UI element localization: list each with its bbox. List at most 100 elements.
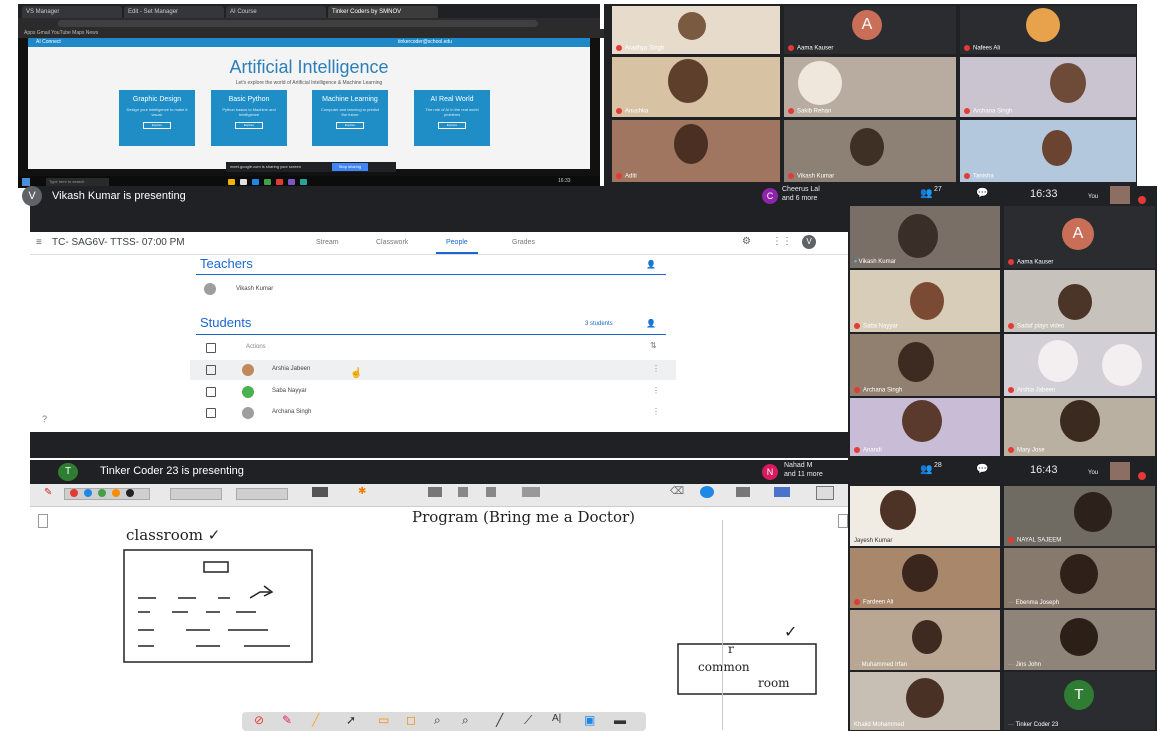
taskbar-search-input[interactable]: Type here to search <box>46 178 109 186</box>
browser-icon[interactable] <box>240 179 247 185</box>
bookmarks-bar[interactable]: Apps Gmail YouTube Maps News <box>18 29 606 38</box>
document-icon[interactable] <box>736 487 750 497</box>
tab-people[interactable]: People <box>446 239 468 246</box>
meet-icon[interactable] <box>264 179 271 185</box>
line-icon[interactable]: ╱ <box>496 713 503 727</box>
tab-classwork[interactable]: Classwork <box>376 239 408 246</box>
chat-icon[interactable]: 💬 <box>976 188 988 199</box>
student-checkbox[interactable] <box>206 408 216 418</box>
browser-tab[interactable]: VS Manager <box>22 6 122 18</box>
background-icon[interactable] <box>312 487 328 497</box>
people-icon[interactable]: 👥 <box>920 464 932 475</box>
course-card-button[interactable]: Explore <box>336 122 364 129</box>
participant-tile[interactable]: ··· Ebenma Joseph <box>1004 548 1155 608</box>
windows-start-icon[interactable] <box>22 178 30 186</box>
browser-tab-active[interactable]: Tinker Coders by SMNOV <box>328 6 438 18</box>
menu-icon[interactable]: ▬ <box>614 713 626 727</box>
course-card-button[interactable]: Explore <box>438 122 466 129</box>
help-icon[interactable]: ? <box>42 414 47 424</box>
browser-tab[interactable]: AI Course <box>226 6 326 18</box>
page-scroll-left[interactable] <box>38 514 48 528</box>
address-bar[interactable] <box>58 20 538 27</box>
participant-tile[interactable]: Tanisha <box>960 120 1136 182</box>
participant-tile[interactable]: A Aama Kauser <box>784 6 956 54</box>
layers-icon[interactable] <box>522 487 540 497</box>
student-row[interactable]: Archana Singh ⋮ <box>190 403 676 423</box>
participant-tile[interactable]: Aradhya Singh <box>612 6 780 54</box>
self-video[interactable] <box>1110 186 1130 204</box>
course-card[interactable]: Graphic Design Design your intelligence … <box>119 90 195 146</box>
invite-teacher-icon[interactable]: 👤 <box>646 260 656 269</box>
shape-icon[interactable]: ✱ <box>358 486 366 497</box>
edge-icon[interactable] <box>252 179 259 185</box>
participant-tile[interactable]: Nafees Ali <box>960 6 1136 54</box>
image-icon[interactable]: ▣ <box>584 713 595 727</box>
people-icon[interactable]: 👥 <box>920 188 932 199</box>
apps-grid-icon[interactable]: ⋮⋮ <box>772 236 792 247</box>
shape-icon[interactable]: ▭ <box>378 713 389 727</box>
participant-tile[interactable]: A Aama Kauser <box>1004 206 1155 268</box>
text-icon[interactable]: A| <box>552 713 561 724</box>
participant-tile[interactable]: Jayesh Kumar <box>850 486 1000 546</box>
invite-student-icon[interactable]: 👤 <box>646 319 656 328</box>
course-card[interactable]: AI Real World The role of AI in the real… <box>414 90 490 146</box>
tab-stream[interactable]: Stream <box>316 239 339 246</box>
color-swatch[interactable] <box>84 489 92 497</box>
self-video[interactable] <box>1110 462 1130 480</box>
line-width-control[interactable] <box>170 488 222 500</box>
participant-tile[interactable]: Archana Singh <box>960 57 1136 117</box>
pen-icon[interactable]: ✎ <box>44 487 52 498</box>
chat-icon[interactable]: 💬 <box>976 464 988 475</box>
participant-tile[interactable]: Anandi <box>850 398 1000 456</box>
tab-grades[interactable]: Grades <box>512 239 535 246</box>
cursor-icon[interactable]: ➚ <box>346 713 356 727</box>
folder-icon[interactable] <box>228 179 235 185</box>
student-checkbox[interactable] <box>206 365 216 375</box>
paste-icon[interactable] <box>486 487 496 497</box>
app-icon[interactable] <box>276 179 283 185</box>
eraser-icon[interactable]: ⌫ <box>670 486 684 497</box>
participant-tile[interactable]: NAYAL SAJEEM <box>1004 486 1155 546</box>
course-card-button[interactable]: Explore <box>235 122 263 129</box>
participant-tile[interactable]: Archana Singh <box>850 334 1000 396</box>
participant-tile[interactable]: Sadaf plays video <box>1004 270 1155 332</box>
student-row[interactable]: Saba Nayyar ⋮ <box>190 382 676 402</box>
color-swatch[interactable] <box>98 489 106 497</box>
hamburger-menu-icon[interactable]: ≡ <box>36 237 42 248</box>
actions-dropdown[interactable]: Actions <box>246 344 266 350</box>
copy-icon[interactable] <box>458 487 468 497</box>
participant-tile[interactable]: Khalid Mohammed <box>850 672 1000 730</box>
participant-tile[interactable]: Arshia Jabeen <box>1004 334 1155 396</box>
app-icon[interactable] <box>300 179 307 185</box>
stop-sharing-button[interactable]: Stop sharing <box>332 163 368 171</box>
course-card[interactable]: Machine Learning Computer and learning t… <box>312 90 388 146</box>
more-options-icon[interactable]: ⋮ <box>652 364 660 373</box>
participant-tile[interactable]: Fardeen Ali <box>850 548 1000 608</box>
account-avatar[interactable]: V <box>802 235 816 249</box>
more-options-icon[interactable]: ⋮ <box>652 407 660 416</box>
screen-icon[interactable] <box>774 487 790 497</box>
course-card[interactable]: Basic Python Python basics to Machine an… <box>211 90 287 146</box>
site-user[interactable]: tinkercoder@school.edu <box>398 38 452 47</box>
participant-tile[interactable]: Saba Nayyar <box>850 270 1000 332</box>
participant-tile[interactable]: ··· Jins John <box>1004 610 1155 670</box>
participant-tile[interactable]: Vikash Kumar <box>784 120 956 182</box>
no-pen-icon[interactable]: ⊘ <box>254 713 264 727</box>
arrow-icon[interactable]: ⟋ <box>524 713 532 728</box>
participant-tile[interactable]: T ··· Tinker Coder 23 <box>1004 672 1155 730</box>
participant-tile[interactable]: Mary Jose <box>1004 398 1155 456</box>
browser-tab[interactable]: Edit - Set Manager <box>124 6 224 18</box>
globe-icon[interactable] <box>700 486 714 498</box>
participants-chip[interactable]: N Nahad M and 11 more <box>760 460 848 484</box>
shape-icon[interactable]: ◻ <box>406 713 416 727</box>
color-swatch[interactable] <box>112 489 120 497</box>
participant-tile[interactable]: Anushka <box>612 57 780 117</box>
zoom-out-icon[interactable]: ⌕ <box>462 713 469 728</box>
app-icon[interactable] <box>288 179 295 185</box>
color-swatch[interactable] <box>126 489 134 497</box>
participants-chip[interactable]: C Cheerus Lal and 6 more <box>760 186 848 206</box>
site-nav-brand[interactable]: AI Connect <box>36 38 61 47</box>
student-row[interactable]: Arshia Jabeen ⋮ <box>190 360 676 380</box>
participant-tile[interactable]: ··· Muhammed Irfan <box>850 610 1000 670</box>
page-icon[interactable] <box>428 487 442 497</box>
